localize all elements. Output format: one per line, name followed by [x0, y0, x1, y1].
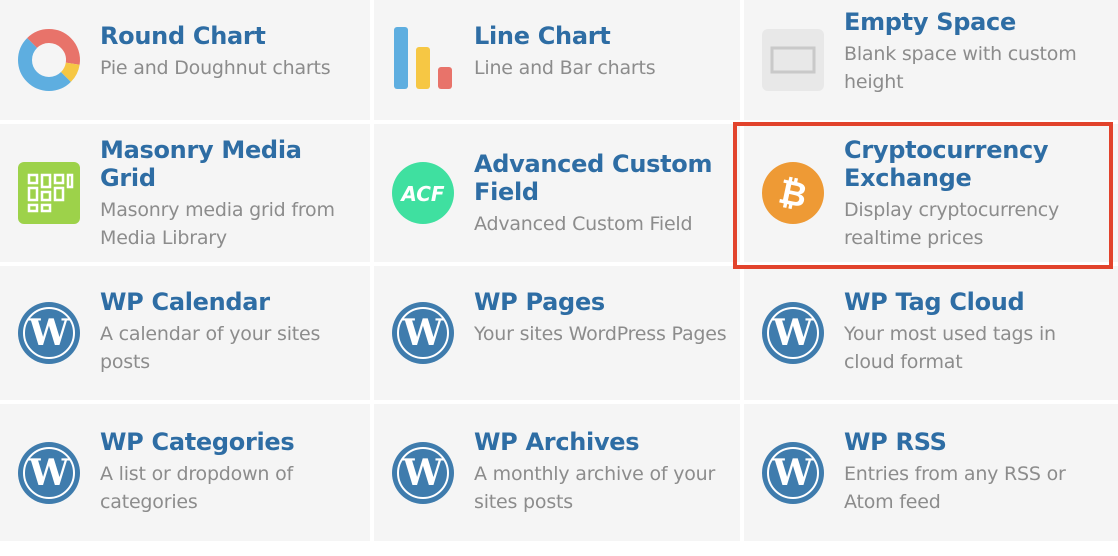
acf-logo-icon: ACF [390, 160, 456, 226]
element-description: Advanced Custom Field [474, 213, 693, 235]
element-title: Empty Space [844, 8, 1016, 36]
element-empty-space[interactable]: Empty Space Blank space with custom heig… [744, 0, 1118, 120]
element-title: WP Pages [474, 288, 605, 316]
element-description: Your most used tags in cloud format [844, 323, 1056, 373]
element-title: WP Tag Cloud [844, 288, 1025, 316]
wordpress-icon: W [390, 300, 456, 366]
element-masonry-media-grid[interactable]: Masonry Media Grid Masonry media grid fr… [0, 124, 370, 262]
element-description: Line and Bar charts [474, 57, 656, 79]
element-grid: Round Chart Pie and Doughnut charts Line… [0, 0, 1118, 556]
svg-text:W: W [402, 452, 444, 494]
wordpress-icon: W [16, 440, 82, 506]
element-description: A calendar of your sites posts [100, 323, 321, 373]
element-advanced-custom-field[interactable]: ACF Advanced Custom Field Advanced Custo… [374, 124, 740, 262]
element-title: Round Chart [100, 22, 266, 50]
element-description: A monthly archive of your sites posts [474, 463, 716, 513]
bitcoin-icon: ₿ [760, 160, 826, 226]
element-description: Your sites WordPress Pages [474, 323, 727, 345]
element-title: WP Calendar [100, 288, 270, 316]
element-cryptocurrency-exchange[interactable]: ₿ Cryptocurrency Exchange Display crypto… [744, 124, 1118, 262]
element-wp-pages[interactable]: W WP Pages Your sites WordPress Pages [374, 266, 740, 400]
element-description: Entries from any RSS or Atom feed [844, 463, 1066, 513]
svg-text:W: W [772, 452, 814, 494]
element-title: WP RSS [844, 428, 947, 456]
element-description: Blank space with custom height [844, 43, 1077, 93]
element-wp-categories[interactable]: W WP Categories A list or dropdown of ca… [0, 404, 370, 541]
svg-text:W: W [402, 312, 444, 354]
masonry-grid-icon [16, 160, 82, 226]
element-title: WP Archives [474, 428, 640, 456]
element-wp-calendar[interactable]: W WP Calendar A calendar of your sites p… [0, 266, 370, 400]
element-description: Masonry media grid from Media Library [100, 199, 335, 249]
empty-space-icon [760, 27, 826, 93]
svg-text:W: W [772, 312, 814, 354]
wordpress-icon: W [390, 440, 456, 506]
element-description: Pie and Doughnut charts [100, 57, 331, 79]
element-description: Display cryptocurrency realtime prices [844, 199, 1060, 249]
element-wp-archives[interactable]: W WP Archives A monthly archive of your … [374, 404, 740, 541]
element-line-chart[interactable]: Line Chart Line and Bar charts [374, 0, 740, 120]
element-title: Masonry Media Grid [100, 136, 302, 192]
element-title: Line Chart [474, 22, 611, 50]
element-wp-tag-cloud[interactable]: W WP Tag Cloud Your most used tags in cl… [744, 266, 1118, 400]
svg-text:ACF: ACF [399, 182, 445, 206]
element-description: A list or dropdown of categories [100, 463, 294, 513]
element-wp-rss[interactable]: W WP RSS Entries from any RSS or Atom fe… [744, 404, 1118, 541]
element-round-chart[interactable]: Round Chart Pie and Doughnut charts [0, 0, 370, 120]
element-title: Advanced Custom Field [474, 150, 713, 206]
bar-chart-icon [390, 27, 456, 93]
svg-text:W: W [28, 452, 70, 494]
wordpress-icon: W [760, 440, 826, 506]
element-title: WP Categories [100, 428, 295, 456]
wordpress-icon: W [16, 300, 82, 366]
wordpress-icon: W [760, 300, 826, 366]
element-title: Cryptocurrency Exchange [844, 136, 1049, 192]
svg-text:W: W [28, 312, 70, 354]
round-chart-icon [16, 27, 82, 93]
